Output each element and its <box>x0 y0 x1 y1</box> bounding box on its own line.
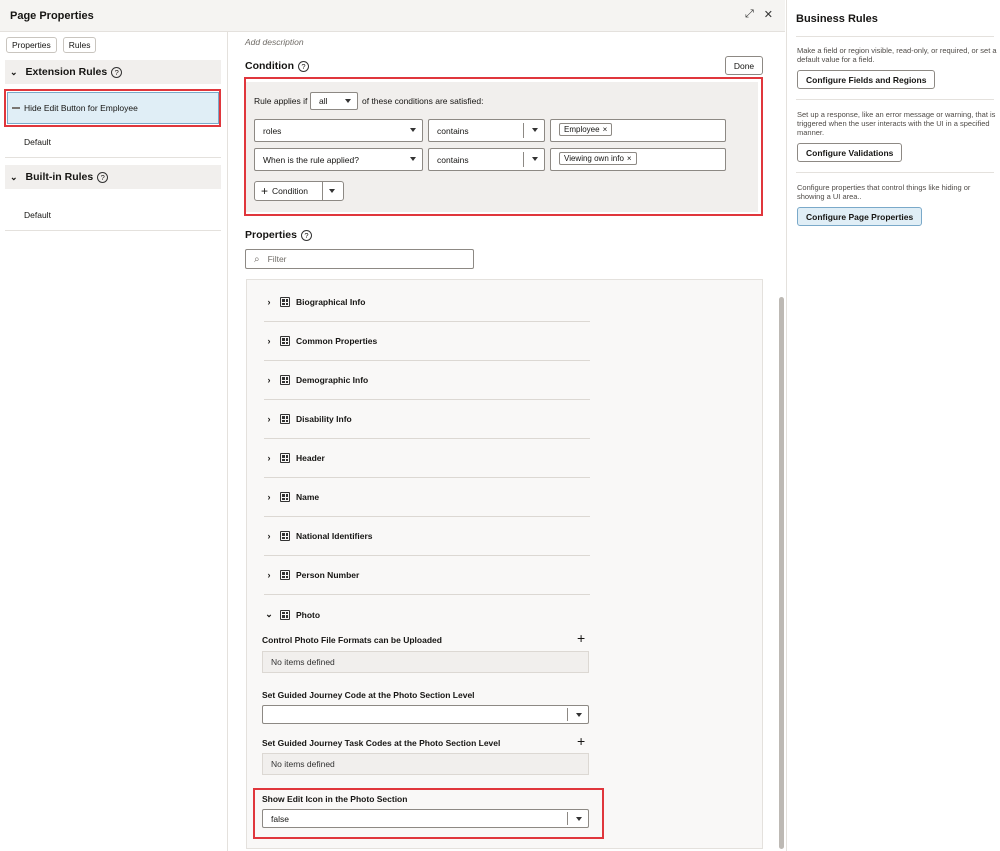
divider <box>796 36 994 37</box>
chevron-right-icon: › <box>267 336 271 346</box>
help-icon[interactable]: ? <box>111 66 123 78</box>
grid-icon <box>280 414 290 424</box>
chevron-right-icon: › <box>267 297 271 307</box>
section-national-identifiers[interactable]: › National Identifiers <box>264 517 590 556</box>
expand-icon[interactable]: ⤢ <box>745 8 754 21</box>
divider <box>796 172 994 173</box>
filter-input[interactable]: ⌕ Filter <box>245 249 474 269</box>
description-input[interactable]: Add description <box>245 37 304 47</box>
section-label: Common Properties <box>296 336 378 346</box>
section-biographical-info[interactable]: › Biographical Info <box>264 283 590 322</box>
add-journey-task-icon[interactable]: + <box>577 733 585 749</box>
section-label: Person Number <box>296 570 360 580</box>
grid-icon <box>280 453 290 463</box>
builtin-rules-label: Built-in Rules <box>25 171 94 183</box>
section-label: Demographic Info <box>296 375 369 385</box>
properties-title: Properties <box>245 229 297 241</box>
tab-rules[interactable]: Rules <box>62 37 97 53</box>
file-formats-list: No items defined <box>262 651 589 673</box>
section-label: Header <box>296 453 325 463</box>
rule-editor: Add description Condition ? Done Rule ap… <box>229 32 785 851</box>
scrollbar[interactable] <box>779 297 784 849</box>
dialog-title: Page Properties <box>10 10 94 22</box>
chevron-right-icon: › <box>267 492 271 502</box>
journey-task-label: Set Guided Journey Task Codes at the Pho… <box>262 738 501 748</box>
properties-list: › Biographical Info › Common Properties … <box>246 279 763 849</box>
section-label: Biographical Info <box>296 297 366 307</box>
grid-icon <box>280 531 290 541</box>
chevron-right-icon: › <box>267 531 271 541</box>
chevron-right-icon: › <box>267 453 271 463</box>
sidebar-item-default-builtin[interactable]: Default <box>24 210 51 220</box>
extension-rules-header[interactable]: ⌄ Extension Rules ? <box>5 60 221 84</box>
grid-icon <box>280 297 290 307</box>
section-name[interactable]: › Name <box>264 478 590 517</box>
chevron-down-icon: ⌄ <box>10 171 18 182</box>
rules-sidebar: Properties Rules ⌄ Extension Rules ? Hid… <box>0 32 228 851</box>
section-label: National Identifiers <box>296 531 373 541</box>
grid-icon <box>280 375 290 385</box>
grid-icon <box>280 570 290 580</box>
properties-heading: Properties ? <box>245 229 312 241</box>
section-label: Name <box>296 492 320 502</box>
condition-heading: Condition ? <box>245 60 309 72</box>
journey-code-label: Set Guided Journey Code at the Photo Sec… <box>262 690 475 700</box>
divider <box>5 230 221 231</box>
configure-fields-button[interactable]: Configure Fields and Regions <box>797 70 936 89</box>
condition-title: Condition <box>245 60 294 72</box>
business-rules-title: Business Rules <box>796 13 878 25</box>
highlight-edit-icon <box>253 788 604 839</box>
highlight-condition <box>244 77 763 216</box>
highlight-rule <box>4 89 221 127</box>
extension-rules-label: Extension Rules <box>25 66 108 78</box>
divider <box>5 157 221 158</box>
divider <box>796 99 994 100</box>
dialog-header: Page Properties ⤢ ✕ <box>0 0 785 32</box>
grid-icon <box>280 492 290 502</box>
validations-description: Set up a response, like an error message… <box>797 110 996 137</box>
section-header[interactable]: › Header <box>264 439 590 478</box>
business-rules-panel: Business Rules Make a field or region vi… <box>786 0 1000 851</box>
grid-icon <box>280 336 290 346</box>
chevron-right-icon: › <box>267 375 271 385</box>
file-formats-label: Control Photo File Formats can be Upload… <box>262 635 442 645</box>
section-person-number[interactable]: › Person Number <box>264 556 590 595</box>
add-file-format-icon[interactable]: + <box>577 630 585 646</box>
grid-icon <box>280 609 290 620</box>
journey-code-select[interactable] <box>262 705 589 724</box>
divider <box>567 708 568 721</box>
section-photo[interactable]: ⌄ Photo <box>264 595 590 634</box>
chevron-right-icon: › <box>267 570 271 580</box>
section-label: Photo <box>296 609 321 620</box>
chevron-down-icon: ⌄ <box>10 66 18 77</box>
section-demographic-info[interactable]: › Demographic Info <box>264 361 590 400</box>
chevron-down-icon <box>576 713 582 717</box>
help-icon[interactable]: ? <box>297 60 309 72</box>
section-common-properties[interactable]: › Common Properties <box>264 322 590 361</box>
builtin-rules-header[interactable]: ⌄ Built-in Rules ? <box>5 165 221 189</box>
done-button[interactable]: Done <box>725 56 763 75</box>
configure-page-properties-button[interactable]: Configure Page Properties <box>797 207 923 226</box>
section-label: Disability Info <box>296 414 352 424</box>
configure-validations-button[interactable]: Configure Validations <box>797 143 903 162</box>
section-disability-info[interactable]: › Disability Info <box>264 400 590 439</box>
help-icon[interactable]: ? <box>300 229 312 241</box>
fields-description: Make a field or region visible, read-onl… <box>797 46 997 64</box>
page-properties-description: Configure properties that control things… <box>797 183 971 201</box>
sidebar-item-default-extension[interactable]: Default <box>24 137 51 147</box>
filter-placeholder: Filter <box>267 254 287 264</box>
help-icon[interactable]: ? <box>97 171 109 183</box>
tab-properties[interactable]: Properties <box>6 37 57 53</box>
search-icon: ⌕ <box>254 253 260 265</box>
journey-task-list: No items defined <box>262 753 589 775</box>
chevron-down-icon: ⌄ <box>265 609 273 619</box>
chevron-right-icon: › <box>267 414 271 424</box>
close-icon[interactable]: ✕ <box>764 8 773 21</box>
